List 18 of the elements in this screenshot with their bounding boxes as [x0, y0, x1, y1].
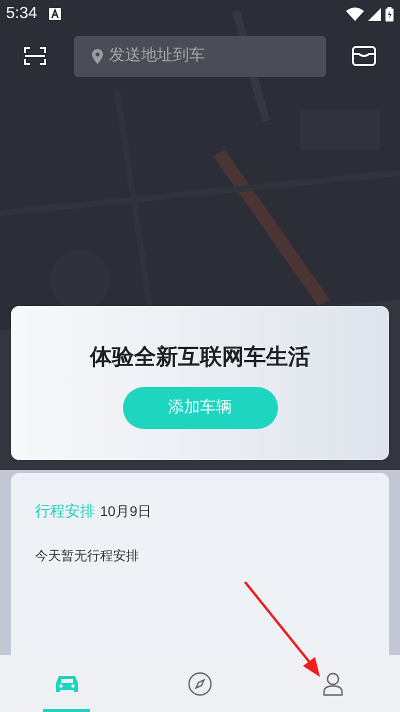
person-icon [323, 672, 344, 696]
signal-icon [368, 8, 381, 20]
empty-schedule-text: 今天暂无行程安排 [35, 546, 140, 564]
scan-icon[interactable] [24, 47, 46, 65]
battery-icon [385, 6, 394, 22]
car-icon [54, 674, 80, 694]
status-time: 5:34 [6, 4, 38, 24]
selected-indicator [43, 709, 90, 712]
add-vehicle-button[interactable]: 添加车辆 [122, 387, 278, 429]
wifi-icon [346, 7, 364, 21]
schedule-date: 10月9日 [100, 502, 152, 521]
schedule-title: 行程安排 [35, 502, 95, 522]
location-pin-icon [92, 48, 103, 64]
inbox-icon[interactable] [352, 46, 376, 66]
search-field[interactable]: 发送地址到车 [74, 36, 326, 76]
promo-title: 体验全新互联网车生活 [90, 343, 310, 371]
compass-icon [188, 672, 212, 696]
notification-icon [49, 8, 62, 20]
